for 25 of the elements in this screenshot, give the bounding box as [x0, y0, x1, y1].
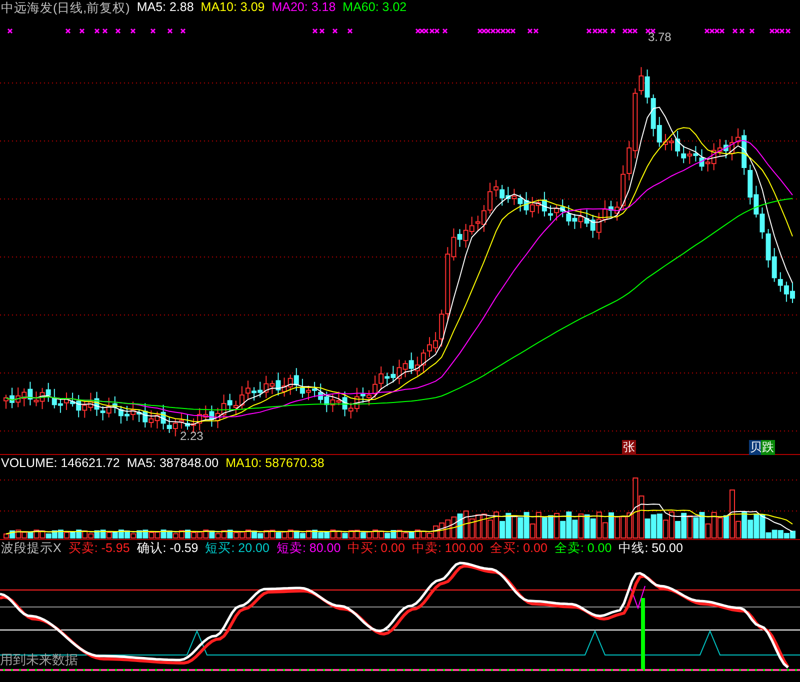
indicator-value: MA10: 587670.38 — [226, 456, 324, 470]
chart-title: 中远海发(日线,前复权) — [1, 0, 130, 16]
buy-signal-bar — [641, 598, 645, 670]
spike-line — [630, 586, 646, 610]
high-price-label: 3.78 — [648, 30, 672, 44]
indicator-value: MA60: 3.02 — [342, 0, 407, 16]
indicator-value: 中卖: 100.00 — [412, 540, 484, 556]
indicator-title: 波段提示X — [1, 540, 62, 556]
indicator-value: MA20: 3.18 — [272, 0, 336, 16]
signal-marker: 张 — [622, 440, 636, 455]
indicator-value: MA5: 2.88 — [136, 0, 194, 16]
note-text: 用到未来数据 — [0, 652, 78, 668]
low-price-label: 2.23 — [180, 429, 204, 443]
indicator-value: 确认: -0.59 — [136, 540, 198, 556]
indicator-value: MA5: 387848.00 — [126, 456, 219, 470]
indicator-value: 全买: 0.00 — [490, 540, 548, 556]
indicator-value: 买卖: -5.95 — [68, 540, 130, 556]
indicator-value: 短卖: 80.00 — [276, 540, 341, 556]
signal-marker: 跌 — [761, 440, 775, 455]
indicator-value: 中线: 50.00 — [618, 540, 683, 556]
indicator-value: 短买: 20.00 — [205, 540, 270, 556]
indicator-value: 中买: 0.00 — [348, 540, 405, 556]
indicator-value: MA10: 3.09 — [200, 0, 265, 16]
indicator-value: 全卖: 0.00 — [554, 540, 612, 556]
indicator-value: VOLUME: 146621.72 — [1, 456, 120, 470]
